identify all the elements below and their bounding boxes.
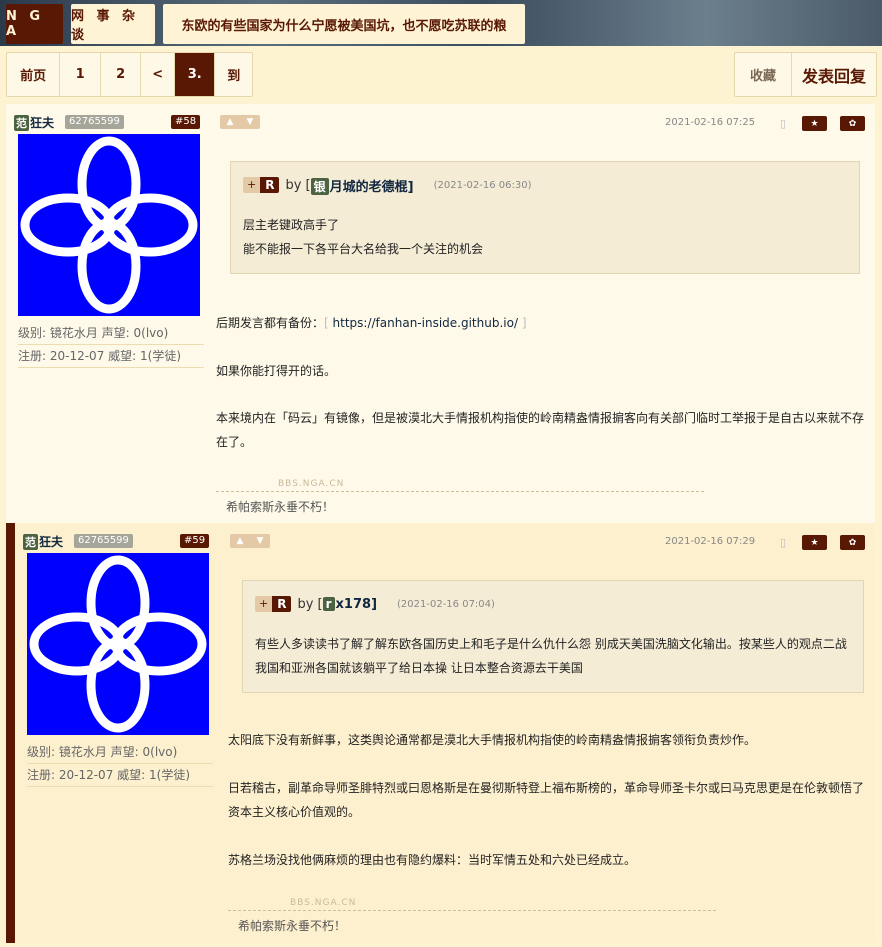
pagination: 前页 1 2 < 3. 到 bbox=[6, 52, 253, 97]
post-body: ▲ ▼ 2021-02-16 07:29 ▯ ★ ✿ + R by [ r x178]… bbox=[218, 523, 875, 943]
quote-rate-control[interactable]: + R bbox=[243, 177, 280, 193]
author-registered: 注册: 20-12-07 威望: 1(学徒) bbox=[27, 764, 213, 787]
quote-author[interactable]: r x178] bbox=[322, 596, 378, 612]
quote-block: + R by [ r x178] (2021-02-16 07:04) 有些人多读读… bbox=[242, 580, 864, 693]
post-paragraph: 如果你能打得开的话。 bbox=[216, 364, 337, 378]
post-paragraph: 太阳底下没有新鲜事，这类舆论通常都是漠北大手情报机构指使的岭南精盎情报掮客领衔负… bbox=[228, 733, 757, 747]
post-time: 2021-02-16 07:29 bbox=[665, 536, 756, 547]
prev-page-button[interactable]: 前页 bbox=[7, 53, 61, 96]
gear-icon[interactable]: ✿ bbox=[840, 535, 865, 550]
thumb-down-icon[interactable]: ▼ bbox=[257, 536, 264, 546]
reply-icon[interactable]: R bbox=[260, 177, 280, 193]
quote-author-tag: r bbox=[322, 596, 335, 611]
thumb-up-icon[interactable]: ▲ bbox=[237, 536, 244, 546]
user-tag: 范 bbox=[23, 533, 38, 550]
quote-line: 有些人多读读书了解了解东欧各国历史上和毛子是什么仇什么怨 别成天美国洗脑文化输出… bbox=[255, 637, 847, 675]
post-body: ▲ ▼ 2021-02-16 07:25 ▯ ★ ✿ + R by [ 银月城的老德… bbox=[206, 104, 875, 523]
backup-link[interactable]: https://fanhan-inside.github.io/ bbox=[333, 316, 518, 330]
author-name[interactable]: 范 狂夫 bbox=[14, 114, 54, 131]
author-level: 级别: 镜花水月 声望: 0(lvo) bbox=[18, 322, 204, 345]
quote-line: 层主老键政高手了 bbox=[243, 218, 340, 232]
back-page-button[interactable]: < bbox=[141, 53, 175, 96]
quote-block: + R by [ 银月城的老德棍] (2021-02-16 06:30) 层主老键… bbox=[230, 161, 860, 274]
quote-text: 有些人多读读书了解了解东欧各国历史上和毛子是什么仇什么怨 别成天美国洗脑文化输出… bbox=[255, 632, 851, 680]
post-59: 范 狂夫 62765599 #59 级别: 镜花水月 声望: 0(lvo) 注册… bbox=[6, 523, 875, 943]
floor-number[interactable]: #59 bbox=[180, 534, 210, 548]
goto-page-button[interactable]: 到 bbox=[215, 53, 252, 96]
watermark: BBS.NGA.CN bbox=[278, 479, 345, 489]
nga-logo[interactable]: N G A bbox=[6, 4, 63, 44]
favorite-button[interactable]: 收藏 bbox=[735, 53, 792, 96]
breadcrumb-forum[interactable]: 网 事 杂 谈 bbox=[71, 4, 155, 44]
user-tag: 范 bbox=[14, 114, 29, 131]
author-name[interactable]: 范 狂夫 bbox=[23, 533, 63, 550]
star-icon[interactable]: ★ bbox=[802, 535, 827, 550]
reply-button[interactable]: 发表回复 bbox=[792, 53, 876, 96]
quote-time: (2021-02-16 06:30) bbox=[433, 179, 532, 191]
signature: BBS.NGA.CN 希帕索斯永垂不朽！ bbox=[228, 898, 716, 933]
avatar-quatrefoil-icon bbox=[20, 136, 198, 314]
backup-label: 后期发言都有备份： bbox=[216, 316, 325, 330]
post-paragraph: 后期发言都有备份：[ https://fanhan-inside.github.… bbox=[216, 316, 527, 330]
topic-actions: 收藏 发表回复 bbox=[734, 52, 877, 97]
breadcrumb-topic[interactable]: 东欧的有些国家为什么宁愿被美国坑，也不愿吃苏联的粮 bbox=[163, 4, 525, 44]
floor-number[interactable]: #58 bbox=[171, 115, 201, 129]
post-58: 范 狂夫 62765599 #58 级别: 镜花水月 声望: 0(lvo) 注册… bbox=[6, 104, 875, 523]
plus-icon[interactable]: + bbox=[255, 596, 273, 612]
post-paragraph: 苏格兰场没找他俩麻烦的理由也有隐约爆料：当时军情五处和六处已经成立。 bbox=[228, 853, 637, 867]
quote-header: + R by [ 银月城的老德棍] (2021-02-16 06:30) bbox=[243, 175, 859, 195]
user-id-badge[interactable]: 62765599 bbox=[65, 115, 124, 129]
thumb-down-icon[interactable]: ▼ bbox=[247, 117, 254, 127]
post-author-panel: 范 狂夫 62765599 #59 级别: 镜花水月 声望: 0(lvo) 注册… bbox=[6, 523, 218, 943]
author-registered: 注册: 20-12-07 威望: 1(学徒) bbox=[18, 345, 204, 368]
user-id-badge[interactable]: 62765599 bbox=[74, 534, 133, 548]
author-meta: 级别: 镜花水月 声望: 0(lvo) 注册: 20-12-07 威望: 1(学… bbox=[27, 741, 213, 787]
quote-by: by [ bbox=[297, 596, 323, 612]
quote-author-name: 月城的老德棍] bbox=[329, 179, 414, 195]
page-1-button[interactable]: 1 bbox=[60, 53, 101, 96]
quote-header: + R by [ r x178] (2021-02-16 07:04) bbox=[255, 594, 863, 614]
quote-line: 能不能报一下各平台大名给我一个关注的机会 bbox=[243, 242, 484, 256]
avatar[interactable] bbox=[27, 553, 209, 735]
username: 狂夫 bbox=[39, 535, 64, 549]
post-paragraph: 日若稽古，副革命导师圣腓特烈或曰恩格斯是在曼彻斯特登上福布斯榜的，革命导师圣卡尔… bbox=[228, 781, 865, 819]
reply-icon[interactable]: R bbox=[272, 596, 292, 612]
current-page: 3. bbox=[174, 53, 216, 96]
post-paragraph: 本来境内在「码云」有镜像，但是被漠北大手情报机构指使的岭南精盎情报掮客向有关部门… bbox=[216, 411, 865, 449]
thumb-up-icon[interactable]: ▲ bbox=[227, 117, 234, 127]
quote-time: (2021-02-16 07:04) bbox=[397, 598, 495, 610]
mobile-icon: ▯ bbox=[780, 536, 787, 549]
author-level: 级别: 镜花水月 声望: 0(lvo) bbox=[27, 741, 213, 764]
quote-text: 层主老键政高手了 能不能报一下各平台大名给我一个关注的机会 bbox=[243, 213, 847, 261]
page-2-button[interactable]: 2 bbox=[101, 53, 142, 96]
quote-author-tag: 银 bbox=[310, 177, 329, 195]
mobile-icon: ▯ bbox=[780, 117, 787, 130]
signature-text: 希帕索斯永垂不朽！ bbox=[226, 500, 335, 514]
avatar[interactable] bbox=[18, 134, 200, 316]
quote-rate-control[interactable]: + R bbox=[255, 596, 292, 612]
post-author-panel: 范 狂夫 62765599 #58 级别: 镜花水月 声望: 0(lvo) 注册… bbox=[6, 104, 206, 523]
watermark: BBS.NGA.CN bbox=[290, 898, 357, 908]
plus-icon[interactable]: + bbox=[243, 177, 261, 193]
quote-by: by [ bbox=[285, 177, 311, 193]
author-meta: 级别: 镜花水月 声望: 0(lvo) 注册: 20-12-07 威望: 1(学… bbox=[18, 322, 204, 368]
vote-buttons[interactable]: ▲ ▼ bbox=[230, 534, 270, 548]
quote-author-name: x178] bbox=[335, 596, 378, 612]
signature: BBS.NGA.CN 希帕索斯永垂不朽！ bbox=[216, 479, 704, 514]
star-icon[interactable]: ★ bbox=[802, 116, 827, 131]
username: 狂夫 bbox=[30, 116, 55, 130]
post-time: 2021-02-16 07:25 bbox=[665, 117, 756, 128]
avatar-quatrefoil-icon bbox=[29, 555, 207, 733]
gear-icon[interactable]: ✿ bbox=[840, 116, 865, 131]
signature-text: 希帕索斯永垂不朽！ bbox=[238, 919, 347, 933]
quote-author[interactable]: 银月城的老德棍] bbox=[310, 176, 414, 195]
vote-buttons[interactable]: ▲ ▼ bbox=[220, 115, 260, 129]
